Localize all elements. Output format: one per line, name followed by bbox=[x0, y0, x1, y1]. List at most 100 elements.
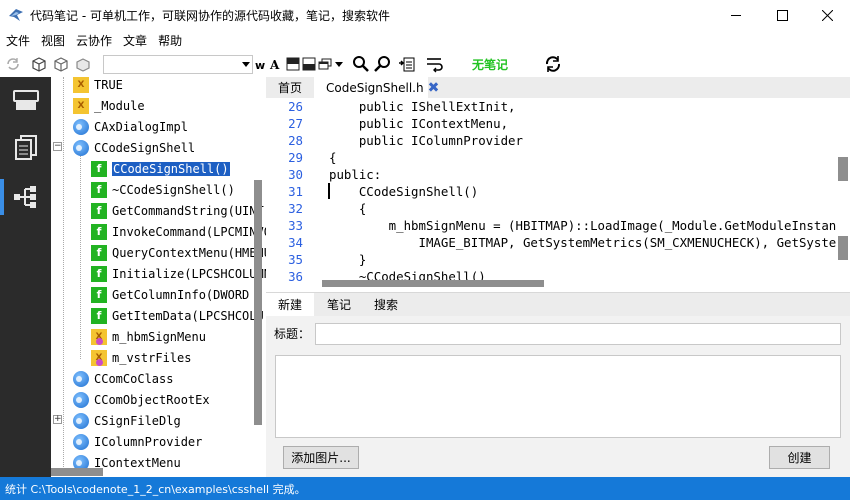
editor-horizontal-scrollbar[interactable] bbox=[322, 280, 544, 287]
line-number: 33 bbox=[288, 218, 303, 233]
tree-expander[interactable]: − bbox=[53, 142, 62, 151]
tab-search-label: 搜索 bbox=[373, 298, 398, 312]
code-text: IMAGE_BITMAP, GetSystemMetrics(SM_CXMENU… bbox=[329, 235, 837, 250]
close-tab-icon[interactable]: ✖ bbox=[428, 80, 440, 96]
function-icon: f bbox=[91, 223, 107, 240]
tab-search[interactable]: 搜索 bbox=[364, 293, 408, 316]
refresh-sync-icon[interactable] bbox=[544, 55, 562, 73]
close-icon bbox=[821, 9, 833, 21]
tree-item-label: CComObjectRootEx bbox=[94, 392, 210, 407]
code-text: { bbox=[329, 150, 337, 165]
package-add-icon[interactable] bbox=[52, 55, 70, 73]
tree-item[interactable]: X _Module bbox=[73, 95, 145, 116]
dropdown-arrow-icon[interactable] bbox=[334, 59, 344, 69]
code-text: { bbox=[329, 201, 367, 216]
code-line: 33 m_hbmSignMenu = (HBITMAP)::LoadImage(… bbox=[266, 217, 850, 234]
tree-item-label: m_vstrFiles bbox=[112, 350, 192, 365]
class-icon bbox=[73, 391, 89, 408]
tree-item[interactable]: CAxDialogImpl bbox=[73, 116, 188, 137]
sidebar-item-documents[interactable] bbox=[10, 132, 42, 164]
tab-home[interactable]: 首页 bbox=[266, 77, 314, 98]
sidebar-item-structure[interactable] bbox=[10, 181, 42, 213]
editor-vertical-scrollbar[interactable] bbox=[838, 157, 848, 181]
tree-item-label: GetCommandString(UINT bbox=[112, 203, 264, 218]
code-line: 28 public IColumnProvider bbox=[266, 132, 850, 149]
minimize-button[interactable] bbox=[713, 0, 759, 30]
tree-item[interactable]: X TRUE bbox=[73, 77, 123, 95]
menu-help[interactable]: 帮助 bbox=[158, 32, 182, 49]
tree-item[interactable]: f Initialize(LPCSHCOLUMN bbox=[91, 263, 266, 284]
search-input[interactable] bbox=[103, 55, 253, 74]
sync-icon[interactable] bbox=[4, 55, 22, 73]
window-cascade-icon[interactable] bbox=[316, 55, 334, 73]
symbol-tree: − + X TRUE X _Module CAxDialogImpl CCodeSi… bbox=[51, 77, 266, 477]
line-number: 30 bbox=[288, 167, 303, 182]
wrap-lines-icon[interactable] bbox=[425, 55, 443, 73]
tree-item[interactable]: Xm_hbmSignMenu bbox=[91, 326, 206, 347]
menu-cloud[interactable]: 云协作 bbox=[76, 32, 112, 49]
code-line: 30 public: bbox=[266, 166, 850, 183]
variable-icon: X bbox=[73, 97, 89, 114]
tab-file[interactable]: CodeSignShell.h ✖ bbox=[314, 77, 439, 98]
close-button[interactable] bbox=[804, 0, 850, 30]
line-number: 28 bbox=[288, 133, 303, 148]
tree-item[interactable]: f InvokeCommand(LPCMINVO bbox=[91, 221, 266, 242]
line-number: 27 bbox=[288, 116, 303, 131]
code-line: 34 IMAGE_BITMAP, GetSystemMetrics(SM_CXM… bbox=[266, 234, 850, 251]
tree-horizontal-scrollbar[interactable] bbox=[51, 468, 103, 476]
create-button[interactable]: 创建 bbox=[769, 446, 830, 469]
menu-article[interactable]: 文章 bbox=[123, 32, 147, 49]
class-icon bbox=[73, 139, 89, 156]
tree-item[interactable]: Xm_vstrFiles bbox=[91, 347, 191, 368]
tree-item[interactable]: CComObjectRootEx bbox=[73, 389, 210, 410]
tab-notes[interactable]: 笔记 bbox=[314, 293, 364, 316]
tree-vertical-scrollbar[interactable] bbox=[254, 180, 262, 425]
tree-item[interactable]: CComCoClass bbox=[73, 368, 173, 389]
class-icon bbox=[73, 412, 89, 429]
search-icon[interactable] bbox=[352, 55, 370, 73]
title-input[interactable] bbox=[315, 323, 841, 345]
tab-new[interactable]: 新建 bbox=[266, 293, 314, 316]
editor-vertical-scrollbar-thumb[interactable] bbox=[838, 236, 848, 260]
menu-file[interactable]: 文件 bbox=[6, 32, 30, 49]
tree-item[interactable]: f GetColumnInfo(DWORD bbox=[91, 284, 249, 305]
function-icon: f bbox=[91, 181, 107, 198]
code-text: CCodeSignShell() bbox=[329, 184, 479, 199]
find-next-icon[interactable] bbox=[374, 55, 392, 73]
title-bar: 代码笔记 - 可单机工作，可联网协作的源代码收藏，笔记，搜索软件 bbox=[0, 0, 850, 30]
maximize-button[interactable] bbox=[759, 0, 805, 30]
tree-structure-icon bbox=[14, 186, 36, 208]
tree-item[interactable]: f CCodeSignShell() bbox=[91, 158, 231, 179]
tree-item-label: m_hbmSignMenu bbox=[112, 329, 206, 344]
code-text: } bbox=[329, 252, 367, 267]
status-text: 统计 C:\Tools\codenote_1_2_cn\examples\css… bbox=[5, 482, 306, 496]
documents-icon bbox=[15, 135, 37, 160]
tree-guide-line bbox=[80, 155, 81, 359]
sidebar-item-library[interactable] bbox=[10, 84, 42, 116]
tree-item[interactable]: CSignFileDlg bbox=[73, 410, 181, 431]
tree-item[interactable]: CCodeSignShell bbox=[73, 137, 195, 158]
tree-item-label-selected: CCodeSignShell() bbox=[111, 160, 231, 177]
function-icon: f bbox=[91, 286, 107, 303]
tree-item-label: GetItemData(LPCSHCOLU bbox=[112, 308, 264, 323]
title-label: 标题： bbox=[274, 327, 311, 341]
tree-item[interactable]: IColumnProvider bbox=[73, 431, 202, 452]
package-open-icon[interactable] bbox=[74, 55, 92, 73]
package-icon[interactable] bbox=[30, 55, 48, 73]
tree-item-label: CComCoClass bbox=[94, 371, 174, 386]
tree-item-label: CCodeSignShell bbox=[94, 140, 196, 155]
add-image-button[interactable]: 添加图片... bbox=[283, 446, 359, 469]
tree-expander[interactable]: + bbox=[53, 415, 62, 424]
menu-view[interactable]: 视图 bbox=[41, 32, 65, 49]
toolbar: w A 无笔记 bbox=[0, 51, 850, 77]
code-editor[interactable]: 26 public IShellExtInit, 27 public ICont… bbox=[266, 98, 850, 286]
code-text: public: bbox=[329, 167, 382, 182]
tree-item[interactable]: f GetItemData(LPCSHCOLU bbox=[91, 305, 264, 326]
tree-item[interactable]: f QueryContextMenu(HMENU bbox=[91, 242, 266, 263]
note-body-input[interactable] bbox=[275, 355, 841, 438]
export-icon[interactable] bbox=[398, 55, 416, 73]
tree-item[interactable]: f GetCommandString(UINT bbox=[91, 200, 264, 221]
editor-tab-bar: 首页 CodeSignShell.h ✖ bbox=[266, 77, 850, 98]
dropdown-arrow-icon[interactable] bbox=[240, 58, 252, 70]
tree-item[interactable]: f ~CCodeSignShell() bbox=[91, 179, 235, 200]
